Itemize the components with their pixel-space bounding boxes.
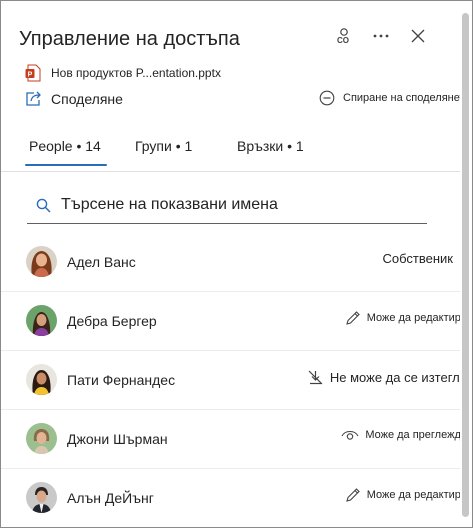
panel-title: Управление на достъпа [19,28,240,50]
person-name: Дебра Бергер [67,313,157,329]
list-item[interactable]: Адел Ванс Собственик [1,233,463,292]
avatar [26,305,57,336]
more-options-button[interactable] [370,25,392,47]
person-name: Адел Ванс [67,254,136,270]
no-download-icon [308,370,323,385]
avatar [26,364,57,395]
file-info: P Нов продуктов P...entation.pptx [25,64,221,82]
search-icon [36,198,51,213]
person-name: Алън ДеЙънг [67,490,154,506]
scrollbar[interactable] [460,1,472,527]
permission-label: Може да преглежда [365,429,467,441]
scrollbar-thumb[interactable] [462,13,469,517]
pencil-icon [345,311,360,325]
person-name: Джони Шърман [67,431,168,447]
share-label: Споделяне [51,91,123,107]
list-item[interactable]: Дебра Бергер Може да редактира [1,292,467,351]
minus-circle-icon [319,90,335,106]
close-icon [411,29,425,43]
person-name: Пати Фернандес [67,372,176,388]
svg-text:P: P [28,71,33,78]
tab-people[interactable]: People • 14 [25,138,107,166]
search-input[interactable]: Търсене на показвани имена [27,187,427,224]
stop-sharing-label: Спиране на споделянето [343,92,471,104]
permission-dropdown[interactable]: Не може да се изтегли [307,369,467,386]
people-list: Адел Ванс Собственик Дебра Бергер Може д… [1,233,467,527]
tab-links[interactable]: Връзки • 1 [237,138,304,154]
share-button[interactable]: Споделяне [25,91,123,107]
permission-dropdown[interactable]: Може да редактира [345,487,467,503]
more-icon [373,34,389,38]
list-item[interactable]: Пати Фернандес Не може да се изтегли [1,351,467,410]
permission-label: Може да редактира [366,489,467,501]
list-item[interactable]: Джони Шърман Може да преглежда [1,410,467,469]
tab-bar: People • 14 Групи • 1 Връзки • 1 [1,134,472,172]
avatar [26,246,57,277]
permission-label: Не може да се изтегли [329,370,467,385]
manage-access-panel: Управление на достъпа CO P Нов продуктов… [0,0,473,528]
list-item[interactable]: Алън ДеЙънг Може да редактира [1,469,467,527]
tabs-divider [1,171,460,172]
permission-label: Собственик [382,251,454,266]
avatar [26,482,57,513]
permission-label: Може да редактира [366,312,467,324]
eye-icon [341,430,359,440]
permission-dropdown[interactable]: Може да редактира [345,310,467,326]
avatar [26,423,57,454]
stop-sharing-button[interactable]: Спиране на споделянето [319,90,471,106]
powerpoint-icon: P [25,64,41,82]
permission-dropdown[interactable]: Може да преглежда [341,428,467,442]
share-icon [26,91,41,106]
search-placeholder: Търсене на показвани имена [61,196,278,213]
pencil-icon [345,488,360,502]
file-name: Нов продуктов P...entation.pptx [51,66,221,80]
close-button[interactable] [407,25,429,47]
people-button-text: CO [337,36,349,45]
permission-owner: Собственик [377,251,454,266]
people-button[interactable]: CO [333,25,355,47]
tab-groups[interactable]: Групи • 1 [135,138,192,154]
